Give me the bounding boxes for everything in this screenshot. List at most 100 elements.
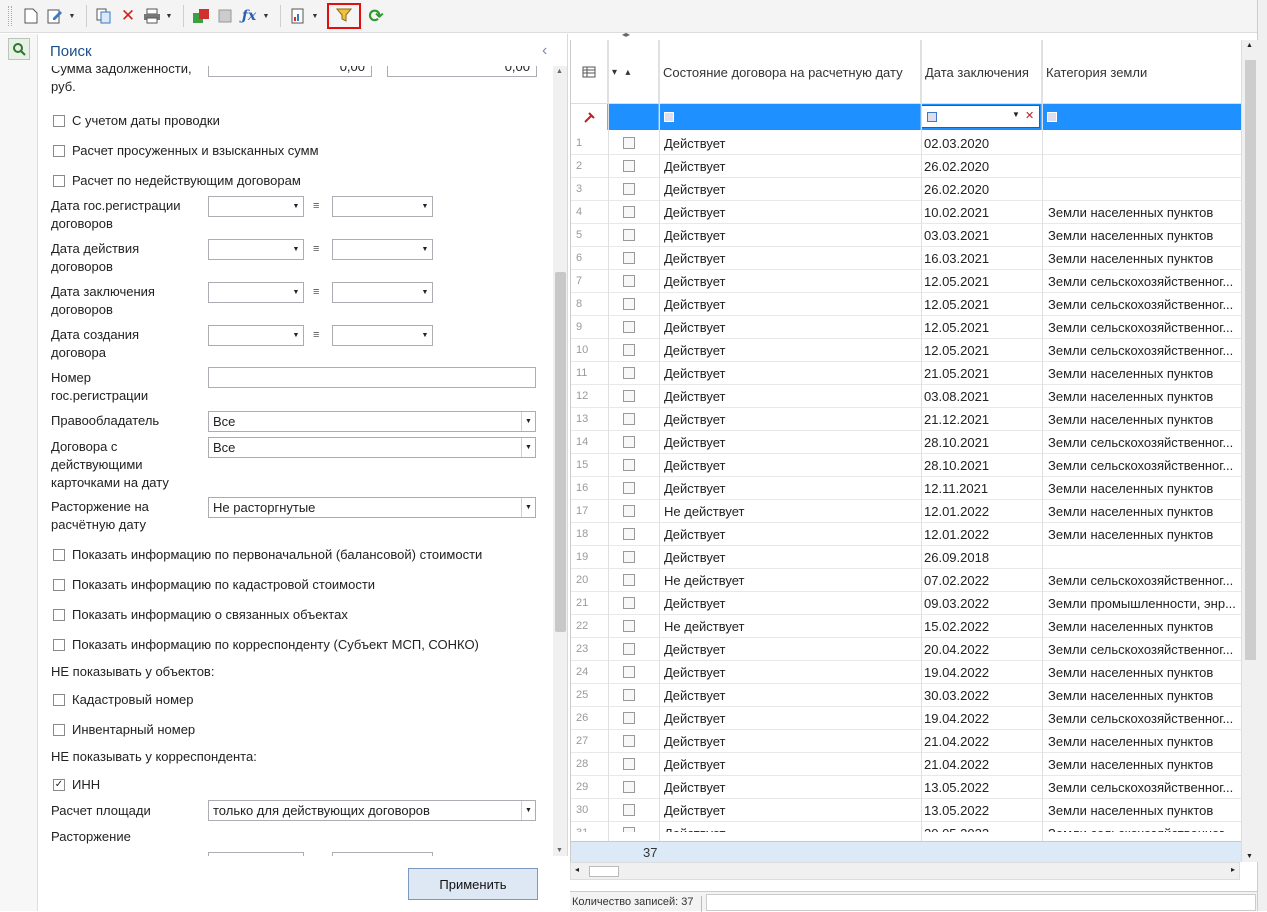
row-checkbox[interactable] <box>623 758 635 770</box>
overdue-checkbox[interactable]: Расчет просуженных и взысканных сумм <box>53 143 319 158</box>
filter-cell-date[interactable]: ▼ ✕ <box>921 104 1042 130</box>
row-checkbox[interactable] <box>623 275 635 287</box>
row-checkbox[interactable] <box>623 781 635 793</box>
chevron-down-icon[interactable]: ▼ <box>289 197 303 216</box>
table-row[interactable]: 23 Действует 20.04.2022 Земли сельскохозяйс… <box>571 638 1241 661</box>
row-checkbox[interactable] <box>623 321 635 333</box>
date-conclusion-from[interactable]: ▼ <box>208 282 304 303</box>
date-reg-to[interactable]: ▼ <box>332 196 433 217</box>
date-filter-editor[interactable]: ▼ ✕ <box>921 105 1040 128</box>
scroll-thumb[interactable] <box>1245 60 1256 660</box>
checkbox-box[interactable] <box>53 693 65 706</box>
row-checkbox[interactable] <box>623 229 635 241</box>
chevron-down-icon[interactable]: ▼ <box>1012 110 1020 119</box>
table-row[interactable]: 12 Действует 03.08.2021 Земли населенных пу… <box>571 385 1241 408</box>
reg-number-input[interactable] <box>208 367 536 388</box>
row-checkbox[interactable] <box>623 298 635 310</box>
date-action-to[interactable]: ▼ <box>332 239 433 260</box>
row-checkbox[interactable] <box>623 505 635 517</box>
table-row[interactable]: 18 Действует 12.01.2022 Земли населенных пу… <box>571 523 1241 546</box>
chevron-down-icon[interactable]: ▼ <box>289 326 303 345</box>
table-row[interactable]: 6 Действует 16.03.2021 Земли населенных пун… <box>571 247 1241 270</box>
table-row[interactable]: 30 Действует 13.05.2022 Земли населенных пу… <box>571 799 1241 822</box>
table-row[interactable]: 21 Действует 09.03.2022 Земли промышленност… <box>571 592 1241 615</box>
row-checkbox[interactable] <box>623 712 635 724</box>
chevron-down-icon[interactable]: ▼ <box>521 801 535 820</box>
print-icon[interactable] <box>141 5 163 27</box>
filter-cell[interactable] <box>608 104 659 130</box>
date-reg-from[interactable]: ▼ <box>208 196 304 217</box>
print-dropdown-icon[interactable]: ▼ <box>165 13 173 20</box>
table-row[interactable]: 2 Действует 26.02.2020 <box>571 155 1241 178</box>
filter-icon[interactable] <box>1047 112 1057 122</box>
row-checkbox[interactable] <box>623 597 635 609</box>
inn-checkbox[interactable]: ✓ ИНН <box>53 777 100 792</box>
termination2-to[interactable] <box>332 852 433 856</box>
grid-menu-icon[interactable] <box>571 40 608 104</box>
row-checkbox[interactable] <box>623 137 635 149</box>
table-row[interactable]: 1 Действует 02.03.2020 <box>571 132 1241 155</box>
date-action-from[interactable]: ▼ <box>208 239 304 260</box>
report-dropdown-icon[interactable]: ▼ <box>311 13 319 20</box>
column-header-state[interactable]: Состояние договора на расчетную дату <box>659 40 921 104</box>
cadastral-number-checkbox[interactable]: Кадастровый номер <box>53 692 193 707</box>
row-checkbox[interactable] <box>623 735 635 747</box>
row-checkbox[interactable] <box>623 666 635 678</box>
initial-cost-checkbox[interactable]: Показать информацию по первоначальной (б… <box>53 547 482 562</box>
row-checkbox[interactable] <box>623 183 635 195</box>
debt-from-input[interactable]: 0,00 <box>208 66 372 77</box>
table-row[interactable]: 25 Действует 30.03.2022 Земли населенных пу… <box>571 684 1241 707</box>
checkbox-box[interactable] <box>53 638 65 651</box>
scroll-thumb[interactable] <box>589 866 619 877</box>
chevron-down-icon[interactable]: ▼ <box>418 283 432 302</box>
filter-cell-state[interactable] <box>659 104 921 130</box>
chevron-down-icon[interactable]: ▼ <box>289 240 303 259</box>
row-checkbox[interactable] <box>623 804 635 816</box>
chevron-down-icon[interactable]: ▼ <box>521 438 535 457</box>
search-toggle-icon[interactable] <box>8 38 30 60</box>
table-row[interactable]: 17 Не действует 12.01.2022 Земли населенных… <box>571 500 1241 523</box>
edit-document-icon[interactable] <box>44 5 66 27</box>
copy-icon[interactable] <box>93 5 115 27</box>
table-row[interactable]: 4 Действует 10.02.2021 Земли населенных пун… <box>571 201 1241 224</box>
checkbox-box[interactable] <box>53 144 65 157</box>
owner-select[interactable]: Все ▼ <box>208 411 536 432</box>
table-row[interactable]: 8 Действует 12.05.2021 Земли сельскохозяйст… <box>571 293 1241 316</box>
chevron-down-icon[interactable]: ▼ <box>418 197 432 216</box>
row-checkbox[interactable] <box>623 436 635 448</box>
formula-dropdown-icon[interactable]: ▼ <box>262 13 270 20</box>
row-checkbox[interactable] <box>623 344 635 356</box>
checkbox-box[interactable] <box>53 114 65 127</box>
row-checkbox[interactable] <box>623 551 635 563</box>
row-checkbox[interactable] <box>623 252 635 264</box>
table-row[interactable]: 10 Действует 12.05.2021 Земли сельскохозяйс… <box>571 339 1241 362</box>
linked-objects-checkbox[interactable]: Показать информацию о связанных объектах <box>53 607 348 622</box>
table-row[interactable]: 20 Не действует 07.02.2022 Земли сельскохоз… <box>571 569 1241 592</box>
table-row[interactable]: 13 Действует 21.12.2021 Земли населенных пу… <box>571 408 1241 431</box>
filter-cell-category[interactable] <box>1042 104 1241 130</box>
table-row[interactable]: 15 Действует 28.10.2021 Земли сельскохозяйс… <box>571 454 1241 477</box>
correspondent-checkbox[interactable]: Показать информацию по корреспонденту (С… <box>53 637 479 652</box>
termination-select[interactable]: Не расторгнутые ▼ <box>208 497 536 518</box>
table-row[interactable]: 26 Действует 19.04.2022 Земли сельскохозяйс… <box>571 707 1241 730</box>
row-checkbox[interactable] <box>623 482 635 494</box>
row-checkbox[interactable] <box>623 689 635 701</box>
row-checkbox[interactable] <box>623 160 635 172</box>
scroll-up-icon[interactable]: ▲ <box>556 68 563 75</box>
table-row[interactable]: 29 Действует 13.05.2022 Земли сельскохозяйс… <box>571 776 1241 799</box>
date-conclusion-to[interactable]: ▼ <box>332 282 433 303</box>
report-icon[interactable] <box>287 5 309 27</box>
inventory-number-checkbox[interactable]: Инвентарный номер <box>53 722 195 737</box>
chevron-down-icon[interactable]: ▼ <box>289 283 303 302</box>
filter-pin-icon[interactable] <box>571 104 608 130</box>
row-checkbox[interactable] <box>623 620 635 632</box>
export-icon[interactable] <box>190 5 212 27</box>
row-checkbox[interactable] <box>623 390 635 402</box>
chevron-down-icon[interactable]: ▼ <box>418 240 432 259</box>
table-row[interactable]: 5 Действует 03.03.2021 Земли населенных пун… <box>571 224 1241 247</box>
clear-filter-icon[interactable]: ✕ <box>1025 109 1034 122</box>
table-row[interactable]: 19 Действует 26.09.2018 <box>571 546 1241 569</box>
filter-icon[interactable] <box>927 112 937 122</box>
checkbox-box[interactable] <box>53 174 65 187</box>
row-checkbox[interactable] <box>623 827 635 832</box>
